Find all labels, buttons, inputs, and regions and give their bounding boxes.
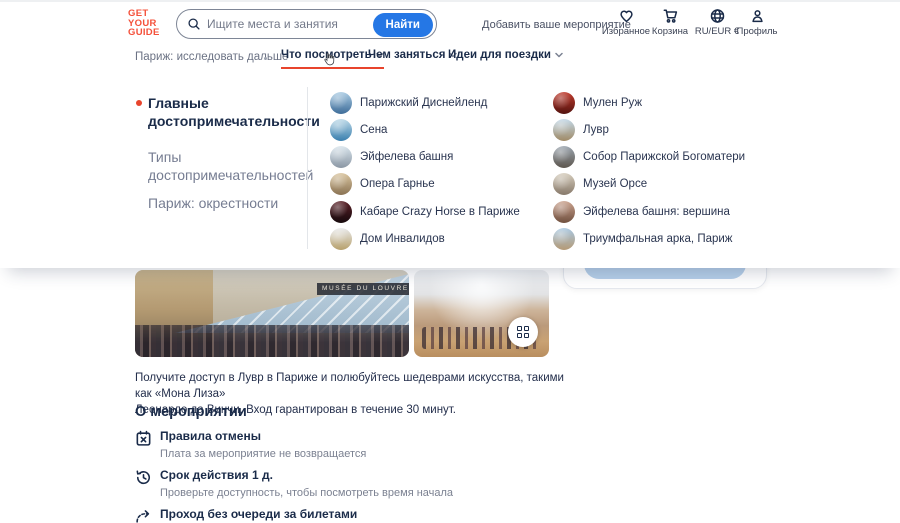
about-item-subtitle: Плата за мероприятие не возвращается: [160, 448, 367, 460]
about-item-duration: Срок действия 1 д. Проверьте доступность…: [135, 468, 595, 500]
grid-icon: [517, 326, 529, 338]
activity-photo-main[interactable]: MUSÉE DU LOUVRE: [135, 270, 409, 357]
secondary-nav: Париж: исследовать дальше Что посмотреть…: [0, 46, 900, 70]
attraction-thumbnail: [553, 173, 575, 196]
what-to-see-dropdown: Главные достопримечательности Типы досто…: [0, 70, 900, 268]
about-item-subtitle: Проверьте доступность, чтобы посмотреть …: [160, 487, 454, 499]
language-currency-label: RU/EUR €: [694, 26, 740, 37]
attractions-column-1: Парижский Диснейленд Сена Эйфелева башня…: [330, 91, 520, 255]
category-main-attractions[interactable]: Главные достопримечательности: [136, 94, 320, 130]
category-label: Главные достопримечательности: [148, 95, 320, 129]
attraction-thumbnail: [553, 91, 575, 114]
attraction-link-opera-garnier[interactable]: Опера Гарнье: [330, 173, 520, 196]
museum-sign-text: MUSÉE DU LOUVRE: [317, 283, 409, 295]
category-label: Париж: окрестности: [148, 195, 279, 211]
attraction-link-moulin-rouge[interactable]: Мулен Руж: [553, 91, 745, 114]
favorites-label: Избранное: [601, 26, 651, 37]
getyourguide-logo[interactable]: GET YOUR GUIDE: [128, 9, 160, 38]
attraction-link-crazy-horse[interactable]: Кабаре Crazy Horse в Париже: [330, 200, 520, 223]
favorites-button[interactable]: Избранное: [601, 8, 651, 37]
attraction-link-orsay[interactable]: Музей Орсе: [553, 173, 745, 196]
attraction-link-invalides[interactable]: Дом Инвалидов: [330, 227, 520, 250]
about-item-title: Правила отмены: [160, 429, 261, 443]
attraction-thumbnail: [553, 227, 575, 250]
cart-button[interactable]: Корзина: [650, 8, 690, 37]
attraction-thumbnail: [553, 118, 575, 141]
logo-line: GUIDE: [128, 27, 160, 38]
heart-icon: [619, 10, 633, 23]
profile-button[interactable]: Профиль: [736, 8, 778, 37]
profile-icon: [751, 10, 763, 23]
category-attraction-types[interactable]: Типы достопримечательностей: [148, 148, 314, 184]
nav-tab-label: Идеи для поездки: [448, 49, 551, 61]
nav-tab-trip-ideas[interactable]: Идеи для поездки: [448, 49, 563, 67]
about-item-title: Проход без очереди за билетами: [160, 507, 358, 521]
profile-label: Профиль: [736, 26, 778, 37]
attraction-link-disneyland[interactable]: Парижский Диснейленд: [330, 91, 520, 114]
attraction-thumbnail: [330, 118, 352, 141]
header: GET YOUR GUIDE Найти Добавить ваше мероп…: [0, 2, 900, 46]
nav-tab-things-to-do[interactable]: Чем заняться: [368, 49, 458, 67]
attraction-thumbnail: [330, 227, 352, 250]
search-button[interactable]: Найти: [372, 12, 433, 37]
skip-line-icon: [136, 510, 150, 523]
nav-tab-label: Что посмотреть: [281, 49, 372, 61]
getyourguide-page: GET YOUR GUIDE Найти Добавить ваше мероп…: [0, 0, 900, 523]
clock-history-icon: [136, 470, 151, 485]
category-paris-surroundings[interactable]: Париж: окрестности: [148, 194, 310, 212]
calendar-x-icon: [136, 430, 151, 446]
chevron-down-icon: [555, 52, 563, 58]
language-currency-button[interactable]: RU/EUR €: [692, 8, 742, 37]
search-icon: [188, 18, 200, 30]
attraction-thumbnail: [553, 200, 575, 223]
about-list: Правила отмены Плата за мероприятие не в…: [135, 429, 595, 523]
about-item-title: Срок действия 1 д.: [160, 468, 273, 482]
attraction-link-seine[interactable]: Сена: [330, 118, 520, 141]
about-section-title: О мероприятии: [135, 404, 247, 420]
active-category-bullet-icon: [136, 100, 142, 106]
attraction-link-louvre[interactable]: Лувр: [553, 118, 745, 141]
dropdown-divider: [307, 87, 308, 249]
attraction-link-eiffel-summit[interactable]: Эйфелева башня: вершина: [553, 200, 745, 223]
attraction-thumbnail: [330, 173, 352, 196]
attraction-link-eiffel-tower[interactable]: Эйфелева башня: [330, 146, 520, 169]
attraction-thumbnail: [330, 200, 352, 223]
globe-icon: [710, 9, 724, 23]
view-all-photos-button[interactable]: [508, 317, 538, 347]
search-bar[interactable]: Найти: [176, 9, 437, 39]
attraction-thumbnail: [553, 146, 575, 169]
about-item-cancellation: Правила отмены Плата за мероприятие не в…: [135, 429, 595, 461]
nav-separator-dot: [264, 57, 267, 60]
attraction-thumbnail: [330, 91, 352, 114]
attraction-thumbnail: [330, 146, 352, 169]
attraction-link-arc-de-triomphe[interactable]: Триумфальная арка, Париж: [553, 227, 745, 250]
about-item-skip-line: Проход без очереди за билетами: [135, 507, 595, 523]
cart-icon: [663, 9, 677, 23]
queue-crowd-graphic: [135, 325, 409, 357]
attraction-link-notre-dame[interactable]: Собор Парижской Богоматери: [553, 146, 745, 169]
nav-tab-label: Чем заняться: [368, 49, 446, 61]
attractions-column-2: Мулен Руж Лувр Собор Парижской Богоматер…: [553, 91, 745, 255]
category-label: Типы достопримечательностей: [148, 149, 314, 183]
cart-label: Корзина: [651, 26, 689, 37]
